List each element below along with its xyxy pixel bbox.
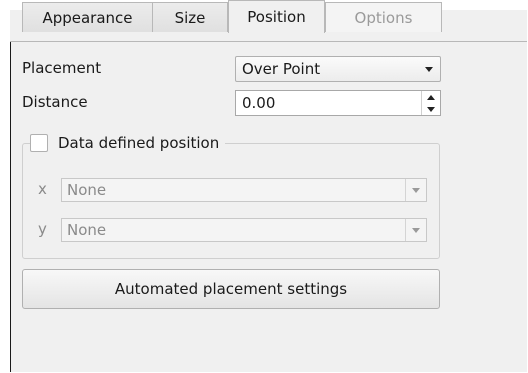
spin-buttons (421, 91, 440, 115)
data-defined-header[interactable]: Data defined position (30, 132, 226, 154)
data-defined-checkbox[interactable] (30, 134, 48, 152)
chevron-down-icon[interactable] (418, 57, 440, 81)
tab-size[interactable]: Size (152, 2, 228, 32)
x-field-value: None (67, 181, 107, 199)
y-field-combo: None (61, 218, 427, 242)
distance-label: Distance (22, 93, 88, 111)
tab-appearance-label: Appearance (42, 8, 133, 27)
tab-position[interactable]: Position (228, 0, 325, 33)
distance-spinbox[interactable]: 0.00 (235, 90, 441, 116)
placement-combo[interactable]: Over Point (235, 56, 441, 82)
spin-down-icon[interactable] (422, 103, 440, 115)
distance-value[interactable]: 0.00 (242, 94, 275, 112)
x-label: x (38, 180, 47, 198)
automated-placement-button[interactable]: Automated placement settings (22, 269, 440, 309)
placement-label: Placement (22, 59, 102, 77)
y-label: y (38, 220, 47, 238)
spin-up-icon[interactable] (422, 91, 440, 103)
y-field-value: None (67, 221, 107, 239)
tab-position-label: Position (247, 8, 306, 26)
automated-placement-label: Automated placement settings (114, 280, 348, 298)
chevron-down-icon (405, 219, 426, 241)
x-field-combo: None (61, 178, 427, 202)
tab-options: Options (325, 2, 442, 32)
tab-size-label: Size (174, 8, 206, 27)
tab-options-label: Options (354, 8, 413, 27)
data-defined-label: Data defined position (58, 134, 220, 152)
chevron-down-icon (405, 179, 426, 201)
tab-appearance[interactable]: Appearance (22, 2, 153, 32)
placement-value: Over Point (242, 60, 321, 78)
